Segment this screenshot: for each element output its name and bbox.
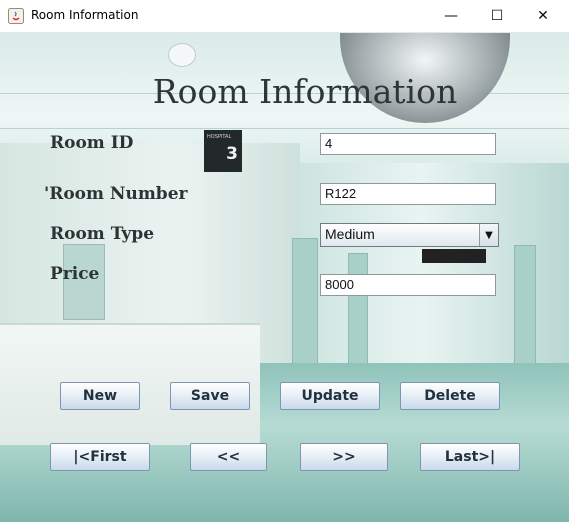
ceiling-line bbox=[0, 128, 569, 129]
save-button[interactable]: Save bbox=[170, 382, 250, 410]
delete-button[interactable]: Delete bbox=[400, 382, 500, 410]
previous-record-button[interactable]: << bbox=[190, 443, 267, 471]
maximize-icon: ☐ bbox=[490, 8, 504, 24]
java-app-icon bbox=[8, 8, 24, 24]
hospital-sign-number: 3 bbox=[226, 144, 238, 164]
title-bar: Room Information — ☐ ✕ bbox=[0, 0, 569, 33]
next-record-button[interactable]: >> bbox=[300, 443, 388, 471]
dropdown-arrow-icon[interactable]: ▼ bbox=[479, 224, 498, 246]
background-door bbox=[514, 245, 536, 377]
price-input[interactable]: 8000 bbox=[320, 274, 496, 296]
room-type-label: Room Type bbox=[50, 224, 155, 244]
first-record-button[interactable]: |<First bbox=[50, 443, 150, 471]
room-number-input[interactable]: R122 bbox=[320, 183, 496, 205]
room-type-select[interactable]: Medium ▼ bbox=[320, 223, 499, 247]
background-door bbox=[292, 238, 318, 380]
room-number-label: 'Room Number bbox=[44, 184, 188, 204]
room-id-label: Room ID bbox=[50, 133, 134, 153]
corridor-sign-image bbox=[422, 249, 486, 263]
price-label: Price bbox=[50, 264, 100, 284]
maximize-button[interactable]: ☐ bbox=[474, 0, 520, 32]
window-title: Room Information bbox=[31, 8, 139, 22]
minimize-icon: — bbox=[444, 8, 458, 24]
hospital-sign: HOSPITAL 3 bbox=[204, 130, 242, 172]
update-button[interactable]: Update bbox=[280, 382, 380, 410]
last-record-button[interactable]: Last>| bbox=[420, 443, 520, 471]
hospital-sign-text: HOSPITAL bbox=[207, 134, 232, 140]
close-icon: ✕ bbox=[537, 8, 549, 24]
room-id-input[interactable]: 4 bbox=[320, 133, 496, 155]
new-button[interactable]: New bbox=[60, 382, 140, 410]
background-door bbox=[348, 253, 368, 365]
page-title: Room Information bbox=[152, 72, 458, 111]
minimize-button[interactable]: — bbox=[428, 0, 474, 32]
close-button[interactable]: ✕ bbox=[520, 0, 566, 32]
ceiling-lamp-image bbox=[168, 43, 196, 67]
room-type-selected-value: Medium bbox=[325, 226, 375, 242]
